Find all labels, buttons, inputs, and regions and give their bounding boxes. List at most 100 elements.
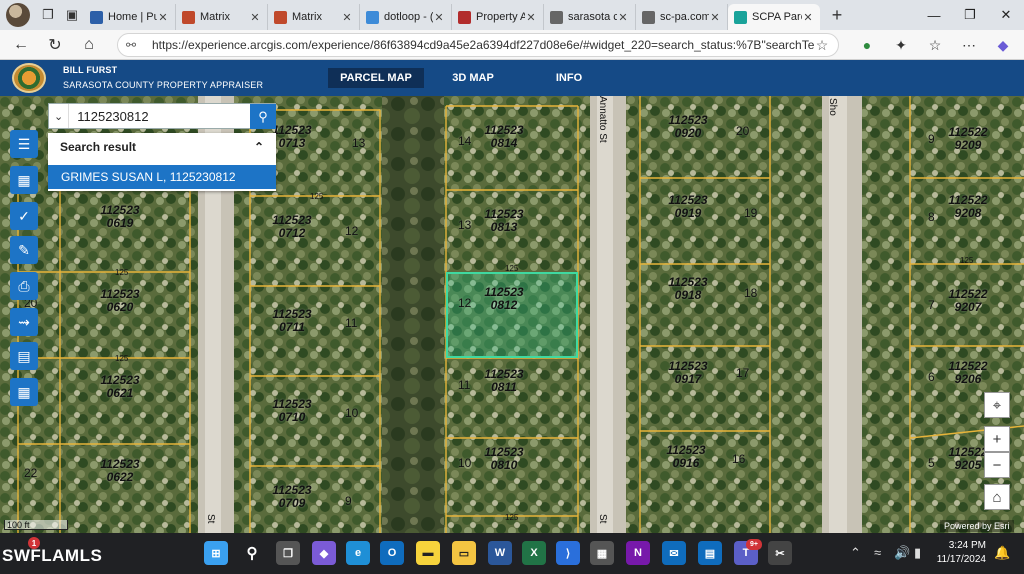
tray-overflow-icon[interactable]: ⌃: [850, 545, 861, 561]
windows-taskbar: 1 ⊞ ⚲ ❐ ◆ e O ▬ ▭ W X ⟩ ▦ N ✉ ▤ T 9+ ✂ ⌃…: [0, 533, 1024, 574]
zoom-in-button[interactable]: +: [984, 426, 1010, 452]
browser-tab[interactable]: Home | Pu ✕: [84, 4, 176, 30]
search-results-title: Search result: [60, 140, 137, 154]
search-button[interactable]: ⚲: [250, 104, 276, 129]
close-tab-icon[interactable]: ✕: [709, 11, 721, 24]
nav-parcel-map[interactable]: PARCEL MAP: [328, 68, 424, 88]
excel-icon[interactable]: X: [522, 541, 546, 565]
street-label-left: St: [205, 514, 216, 524]
browser-tab[interactable]: Matrix ✕: [268, 4, 360, 30]
browser-tab[interactable]: SCPA Parc ✕: [728, 4, 820, 30]
layers-icon[interactable]: ☰: [10, 130, 38, 158]
profile-avatar[interactable]: [6, 3, 30, 27]
zoom-out-button[interactable]: −: [984, 452, 1010, 478]
browser-tab[interactable]: Property A ✕: [452, 4, 544, 30]
clock-date: 11/17/2024: [936, 554, 986, 565]
dimension-label: 125: [115, 268, 129, 277]
lot-number-label: 16: [732, 452, 746, 466]
new-tab-button[interactable]: +: [824, 2, 850, 28]
dimension-label: 125: [505, 513, 519, 522]
browser-tab[interactable]: sarasota c ✕: [544, 4, 636, 30]
nav-3d-map[interactable]: 3D MAP: [440, 68, 506, 88]
taskbar-search-icon[interactable]: ⚲: [240, 541, 264, 565]
home-extent-button[interactable]: ⌂: [984, 484, 1010, 510]
search-input[interactable]: [69, 104, 254, 128]
share-icon[interactable]: ⇝: [10, 308, 38, 336]
search-source-dropdown[interactable]: ⌄: [49, 104, 70, 128]
minimize-icon[interactable]: —: [916, 0, 952, 30]
copilot-icon[interactable]: ◆: [986, 37, 1020, 54]
check-icon[interactable]: ●: [850, 37, 884, 53]
outlook-new-icon[interactable]: ✉: [662, 541, 686, 565]
browser-toolbar: ← ↻ ⌂ ⚯ https://experience.arcgis.com/ex…: [0, 30, 1024, 60]
address-bar[interactable]: ⚯ https://experience.arcgis.com/experien…: [117, 33, 839, 57]
lot-number-label: 14: [458, 134, 472, 148]
browser-tab-strip: ❐ ▣ Home | Pu ✕ Matrix ✕ Matrix ✕ dotloop - (✕…: [0, 0, 1024, 30]
close-tab-icon[interactable]: ✕: [341, 11, 353, 24]
calendar-icon[interactable]: ▤: [698, 541, 722, 565]
close-tab-icon[interactable]: ✕: [617, 11, 629, 24]
refresh-button[interactable]: ↻: [38, 31, 72, 59]
extensions-icon[interactable]: ✦: [884, 37, 918, 54]
favorite-star-icon[interactable]: ☆: [814, 37, 830, 54]
start-icon[interactable]: ⊞: [204, 541, 228, 565]
parcel-id-label: 112523 0813: [484, 207, 524, 234]
site-info-icon[interactable]: ⚯: [126, 38, 140, 52]
parcel-id-label: 112523 0712: [272, 213, 312, 240]
sticky-notes-icon[interactable]: ▬: [416, 541, 440, 565]
browser-tab[interactable]: sc-pa.com ✕: [636, 4, 728, 30]
workspaces-icon[interactable]: ❐: [36, 3, 60, 27]
browser-tab[interactable]: Matrix ✕: [176, 4, 268, 30]
dimension-label: 125: [115, 354, 129, 363]
collapse-results-icon[interactable]: ⌃: [254, 140, 264, 154]
volume-icon[interactable]: 🔊: [894, 545, 910, 561]
lot-number-label: 9: [928, 132, 935, 146]
measure-icon[interactable]: ✓: [10, 202, 38, 230]
tab-label: sarasota c: [568, 11, 617, 23]
word-icon[interactable]: W: [488, 541, 512, 565]
outlook-icon[interactable]: O: [380, 541, 404, 565]
copilot-taskbar-icon[interactable]: ◆: [312, 541, 336, 565]
store-icon[interactable]: ▦: [590, 541, 614, 565]
lot-number-label: 10: [458, 456, 472, 470]
nav-info[interactable]: INFO: [540, 68, 598, 88]
esri-attribution[interactable]: Powered by Esri: [940, 520, 1014, 532]
power-automate-icon[interactable]: ⟩: [556, 541, 580, 565]
locate-icon[interactable]: ⌖: [984, 392, 1010, 418]
close-tab-icon[interactable]: ✕: [433, 11, 445, 24]
basemap-gallery-icon[interactable]: ▦: [10, 166, 38, 194]
lot-number-label: 22: [24, 466, 38, 480]
close-tab-icon[interactable]: ✕: [525, 11, 537, 24]
back-button[interactable]: ←: [4, 31, 38, 59]
draw-icon[interactable]: ✎: [10, 236, 38, 264]
restore-icon[interactable]: ❐: [952, 0, 988, 30]
close-tab-icon[interactable]: ✕: [157, 11, 169, 24]
parcel-id-label: 112523 0917: [668, 359, 708, 386]
more-menu-icon[interactable]: ⋯: [952, 37, 986, 54]
browser-tab[interactable]: dotloop - (✕: [360, 4, 452, 30]
wifi-icon[interactable]: ≈: [874, 545, 881, 560]
tab-actions-icon[interactable]: ▣: [60, 3, 84, 27]
search-result-item[interactable]: GRIMES SUSAN L, 1125230812: [48, 165, 276, 189]
close-tab-icon[interactable]: ✕: [802, 11, 814, 24]
home-button[interactable]: ⌂: [72, 31, 106, 59]
favorites-icon[interactable]: ☆: [918, 37, 952, 54]
clock-time: 3:24 PM: [948, 540, 986, 551]
close-window-icon[interactable]: ✕: [988, 0, 1024, 30]
task-view-icon[interactable]: ❐: [276, 541, 300, 565]
print-icon[interactable]: ⎙: [10, 272, 38, 300]
attribute-table-icon[interactable]: ▦: [10, 378, 38, 406]
onenote-icon[interactable]: N: [626, 541, 650, 565]
parcel-id-label: 112523 0918: [668, 275, 708, 302]
parcel-id-label: 112523 0711: [272, 307, 312, 334]
file-explorer-icon[interactable]: ▭: [452, 541, 476, 565]
parcel-id-label: 112523 0709: [272, 483, 312, 510]
url-text[interactable]: https://experience.arcgis.com/experience…: [152, 38, 814, 52]
notifications-bell-icon[interactable]: 🔔: [994, 545, 1010, 561]
select-icon[interactable]: ▤: [10, 342, 38, 370]
battery-icon[interactable]: ▮: [914, 545, 921, 561]
close-tab-icon[interactable]: ✕: [249, 11, 261, 24]
taskbar-clock[interactable]: 3:24 PM 11/17/2024: [930, 539, 986, 567]
edge-icon[interactable]: e: [346, 541, 370, 565]
snipping-tool-icon[interactable]: ✂: [768, 541, 792, 565]
